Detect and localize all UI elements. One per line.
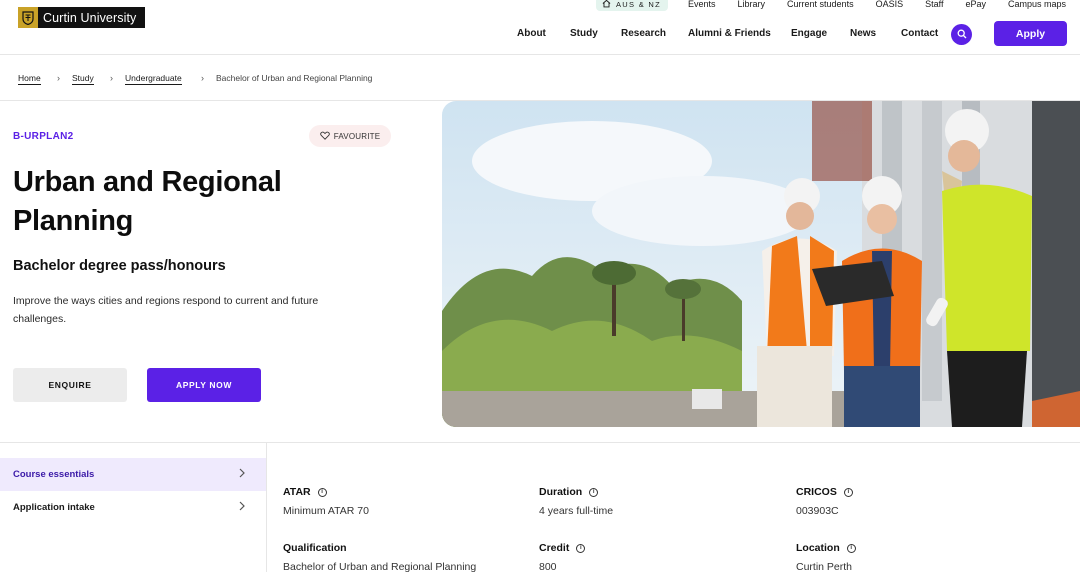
- nav-news[interactable]: News: [850, 28, 876, 39]
- search-button[interactable]: [951, 24, 972, 45]
- fact-cricos: CRICOS i 003903C: [796, 486, 853, 517]
- region-selector[interactable]: AUS & NZ: [596, 0, 668, 11]
- nav-contact[interactable]: Contact: [901, 28, 938, 39]
- hero-image: [442, 101, 1080, 427]
- chevron-right-icon: ›: [57, 73, 60, 83]
- heart-icon: [319, 131, 330, 142]
- fact-value: Minimum ATAR 70: [283, 505, 369, 517]
- nav-about[interactable]: About: [517, 28, 546, 39]
- header-apply-button[interactable]: Apply: [994, 21, 1067, 46]
- divider: [0, 442, 1080, 443]
- info-icon[interactable]: i: [843, 487, 853, 497]
- fact-atar: ATAR i Minimum ATAR 70: [283, 486, 369, 517]
- util-link-epay[interactable]: ePay: [965, 0, 986, 9]
- crest-icon: [18, 7, 38, 28]
- nav-study[interactable]: Study: [570, 28, 598, 39]
- logo-wordmark: Curtin University: [43, 10, 137, 25]
- nav-engage[interactable]: Engage: [791, 28, 827, 39]
- enquire-button[interactable]: ENQUIRE: [13, 368, 127, 402]
- favourite-button[interactable]: FAVOURITE: [309, 125, 391, 147]
- sidebar-item-application-intake[interactable]: Application intake: [0, 491, 266, 524]
- page-title: Urban and Regional Planning: [13, 166, 282, 237]
- fact-label: CRICOS: [796, 486, 837, 498]
- fact-label: Qualification: [283, 542, 347, 554]
- fact-qualification: Qualification Bachelor of Urban and Regi…: [283, 542, 476, 572]
- fact-label: ATAR: [283, 486, 311, 498]
- fact-label: Credit: [539, 542, 570, 554]
- sidebar-item-course-essentials[interactable]: Course essentials: [0, 458, 266, 491]
- course-description: Improve the ways cities and regions resp…: [13, 295, 319, 325]
- main-nav: About Study Research Alumni & Friends En…: [0, 28, 1080, 40]
- apply-now-button[interactable]: APPLY NOW: [147, 368, 261, 402]
- fact-value: 003903C: [796, 505, 839, 517]
- favourite-label: FAVOURITE: [333, 131, 381, 141]
- sidebar-item-label: Course essentials: [13, 469, 95, 480]
- fact-value: 4 years full-time: [539, 505, 614, 517]
- search-icon: [957, 26, 967, 44]
- course-code: B-URPLAN2: [13, 131, 74, 142]
- util-link-oasis[interactable]: OASIS: [876, 0, 904, 9]
- curtin-logo[interactable]: Curtin University: [18, 7, 145, 28]
- site-header: Curtin University AUS & NZ Events Librar…: [0, 0, 1080, 55]
- fact-duration: Duration i 4 years full-time: [539, 486, 613, 517]
- breadcrumb-home[interactable]: Home: [18, 73, 41, 85]
- util-link-campus-maps[interactable]: Campus maps: [1008, 0, 1066, 9]
- chevron-right-icon: [238, 501, 246, 514]
- fact-location: Location i Curtin Perth: [796, 542, 856, 572]
- info-icon[interactable]: i: [576, 543, 586, 553]
- globe-icon: [602, 0, 611, 10]
- degree-type: Bachelor degree pass/honours: [13, 258, 226, 274]
- util-link-current-students[interactable]: Current students: [787, 0, 854, 9]
- info-icon[interactable]: i: [589, 487, 599, 497]
- util-link-events[interactable]: Events: [688, 0, 716, 9]
- breadcrumb-current: Bachelor of Urban and Regional Planning: [216, 73, 373, 83]
- utility-nav: AUS & NZ Events Library Current students…: [596, 0, 1066, 11]
- region-label: AUS & NZ: [616, 0, 661, 9]
- sidebar-item-label: Application intake: [13, 502, 95, 513]
- fact-label: Location: [796, 542, 840, 554]
- chevron-right-icon: [238, 468, 246, 481]
- nav-research[interactable]: Research: [621, 28, 666, 39]
- fact-value: Curtin Perth: [796, 561, 853, 572]
- nav-alumni-friends[interactable]: Alumni & Friends: [688, 28, 771, 39]
- fact-label: Duration: [539, 486, 583, 498]
- chevron-right-icon: ›: [110, 73, 113, 83]
- divider: [266, 443, 267, 572]
- util-link-staff[interactable]: Staff: [925, 0, 943, 9]
- chevron-right-icon: ›: [201, 73, 204, 83]
- fact-credit: Credit i 800: [539, 542, 586, 572]
- breadcrumb-study[interactable]: Study: [72, 73, 94, 85]
- breadcrumb-undergraduate[interactable]: Undergraduate: [125, 73, 182, 85]
- fact-value: Bachelor of Urban and Regional Planning: [283, 561, 477, 572]
- info-icon[interactable]: i: [317, 487, 327, 497]
- util-link-library[interactable]: Library: [738, 0, 766, 9]
- fact-value: 800: [539, 561, 557, 572]
- info-icon[interactable]: i: [846, 543, 856, 553]
